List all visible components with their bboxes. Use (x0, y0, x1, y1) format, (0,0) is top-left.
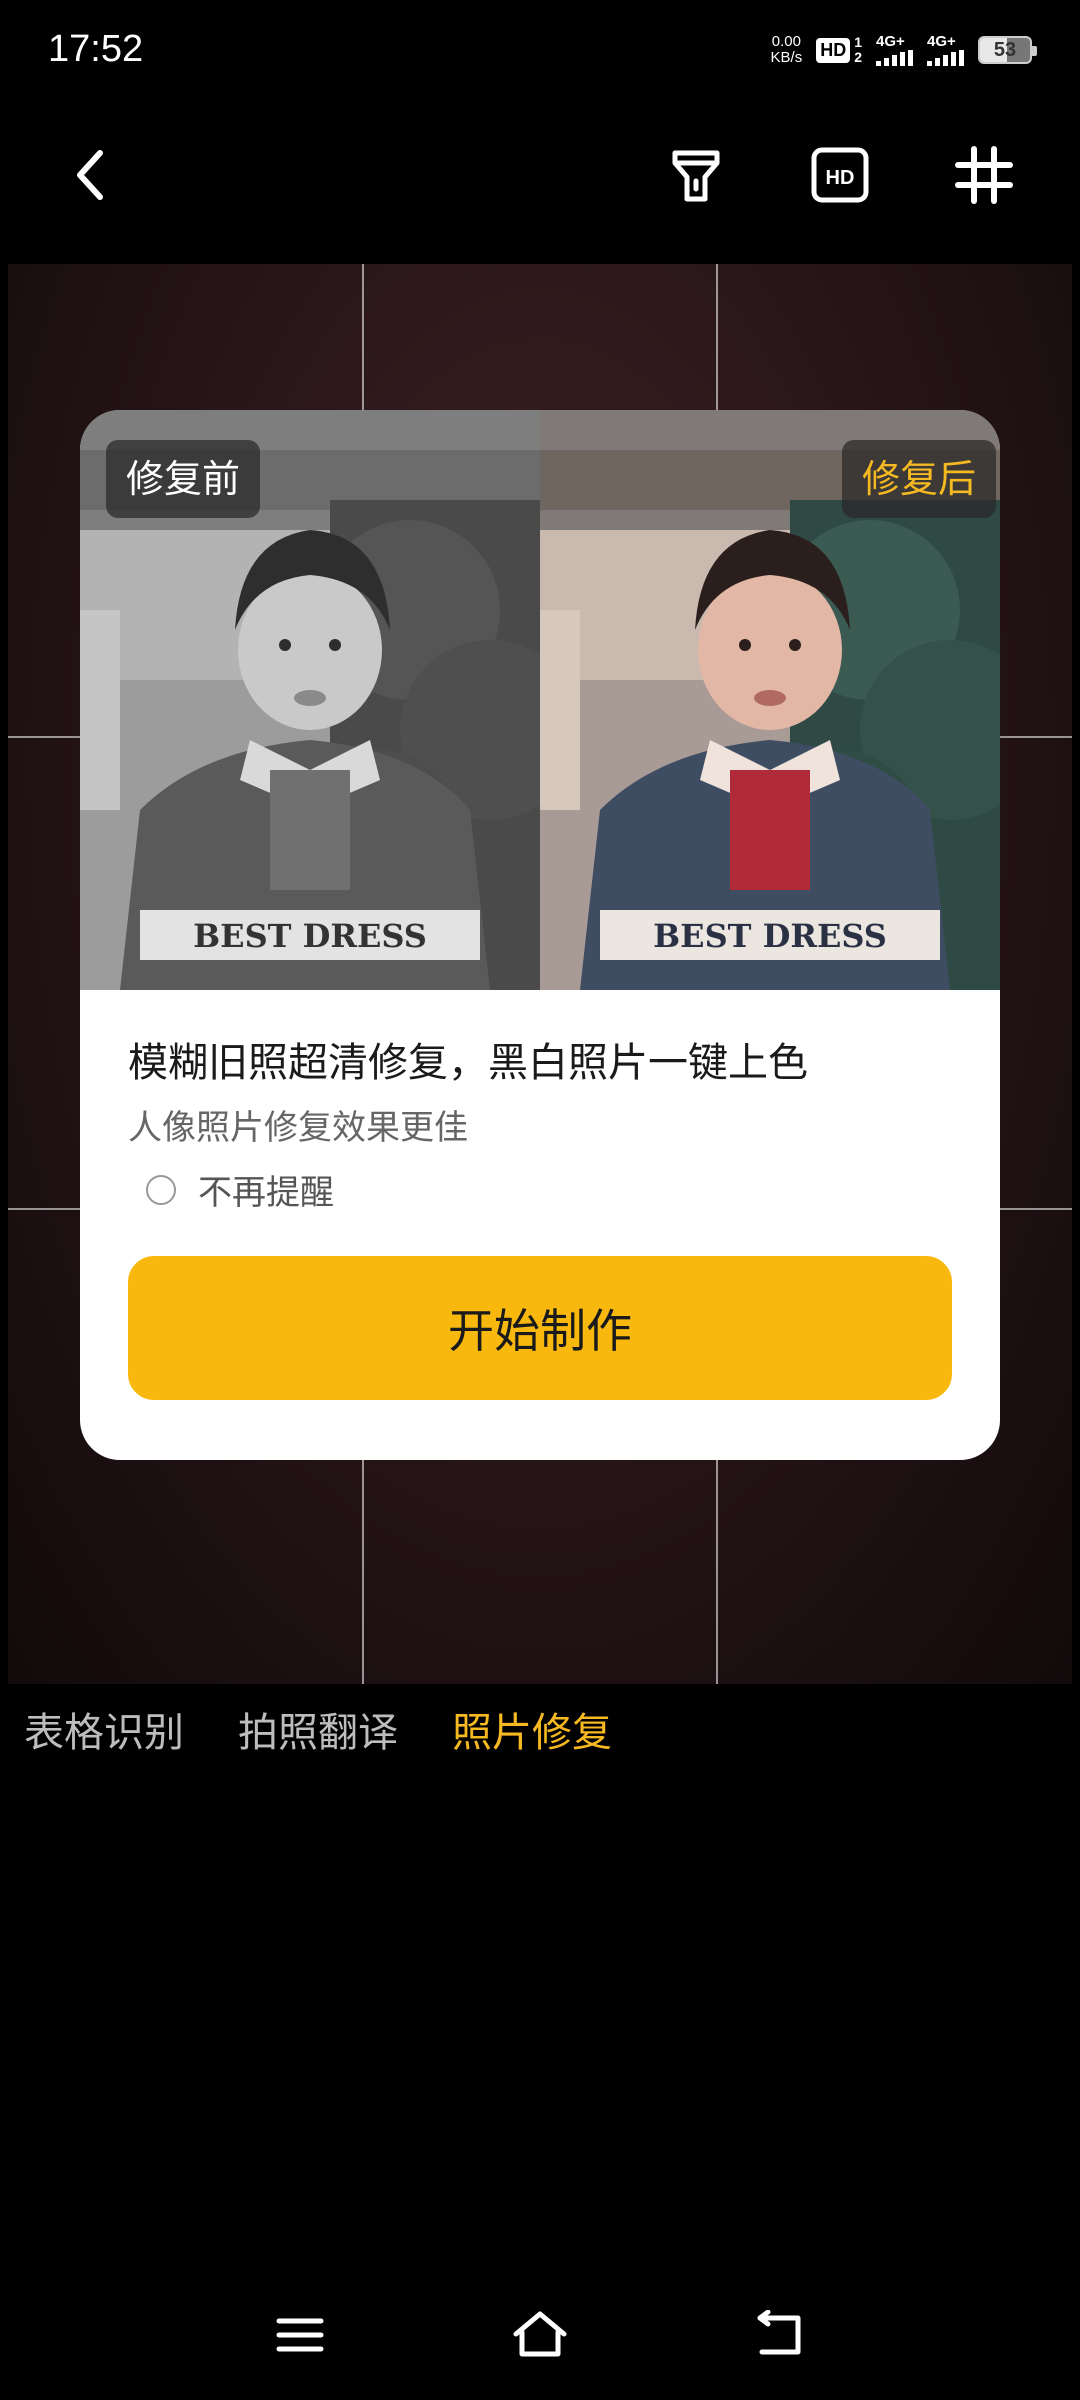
after-photo: BEST DRESS 修复后 (540, 410, 1000, 990)
signal-label-sim2: 4G+ (927, 33, 956, 50)
tab-photo-translate[interactable]: 拍照翻译 (238, 1700, 398, 1758)
start-button[interactable]: 开始制作 (128, 1256, 952, 1400)
flashlight-button[interactable] (656, 130, 736, 220)
dialog-subtitle: 人像照片修复效果更佳 (128, 1108, 468, 1148)
tab-table-recognition[interactable]: 表格识别 (24, 1700, 184, 1758)
home-button[interactable] (485, 2280, 595, 2390)
status-icons: 0.00 KB/s HD 1 2 4G+ 4G+ 53 (771, 34, 1037, 66)
grid-icon (955, 146, 1013, 204)
dont-remind-label: 不再提醒 (198, 1173, 334, 1213)
before-photo: BEST DRESS 修复前 (80, 410, 540, 990)
chevron-left-icon (77, 150, 103, 200)
hd-button[interactable]: HD (800, 130, 880, 220)
battery-icon: 53 (978, 36, 1037, 64)
before-label: 修复前 (106, 440, 261, 518)
system-nav-bar (0, 2280, 1080, 2400)
network-speed: 0.00 KB/s (771, 34, 803, 66)
menu-icon (276, 2318, 324, 2352)
before-after-comparison: BEST DRESS 修复前 BEST DRESS 修复后 (80, 410, 1000, 990)
after-label: 修复后 (841, 440, 996, 518)
dont-remind-checkbox[interactable]: 不再提醒 (146, 1165, 334, 1214)
dialog-title: 模糊旧照超清修复，黑白照片一键上色 (128, 1040, 808, 1086)
network-speed-unit: KB/s (770, 49, 803, 66)
battery-text: 53 (993, 38, 1017, 61)
svg-text:HD: HD (826, 167, 855, 189)
network-speed-value: 0.00 (771, 33, 801, 50)
signal-label-sim1: 4G+ (876, 33, 905, 50)
mode-tabs: 表格识别 拍照翻译 照片修复 (24, 1700, 612, 1758)
tab-photo-restore[interactable]: 照片修复 (452, 1700, 612, 1758)
camera-toolbar: HD (0, 130, 1080, 220)
status-time: 17:52 (48, 28, 144, 70)
hd-voice-icon: HD 1 2 (816, 35, 862, 65)
photo-restore-dialog: BEST DRESS 修复前 BEST DRESS 修复后 模糊旧照超清修复，黑… (80, 410, 1000, 1460)
back-icon (757, 2310, 801, 2355)
signal-icon-sim1: 4G+ (876, 34, 913, 66)
hd-icon: HD (811, 147, 869, 203)
system-back-button[interactable] (725, 2280, 835, 2390)
hd-voice-label: HD (816, 37, 851, 63)
flashlight-icon (672, 150, 720, 202)
status-bar: 17:52 0.00 KB/s HD 1 2 4G+ 4G+ 53 (0, 0, 1080, 110)
back-button[interactable] (50, 130, 130, 220)
hd-sim-bottom: 2 (854, 49, 862, 65)
signal-icon-sim2: 4G+ (927, 34, 964, 66)
before-photo-text: BEST DRESS (193, 917, 427, 955)
recent-apps-button[interactable] (245, 2280, 355, 2390)
hd-sim-top: 1 (854, 34, 862, 50)
after-photo-text: BEST DRESS (653, 917, 887, 955)
home-icon (513, 2311, 567, 2357)
radio-icon[interactable] (146, 1174, 176, 1205)
grid-button[interactable] (944, 130, 1024, 220)
